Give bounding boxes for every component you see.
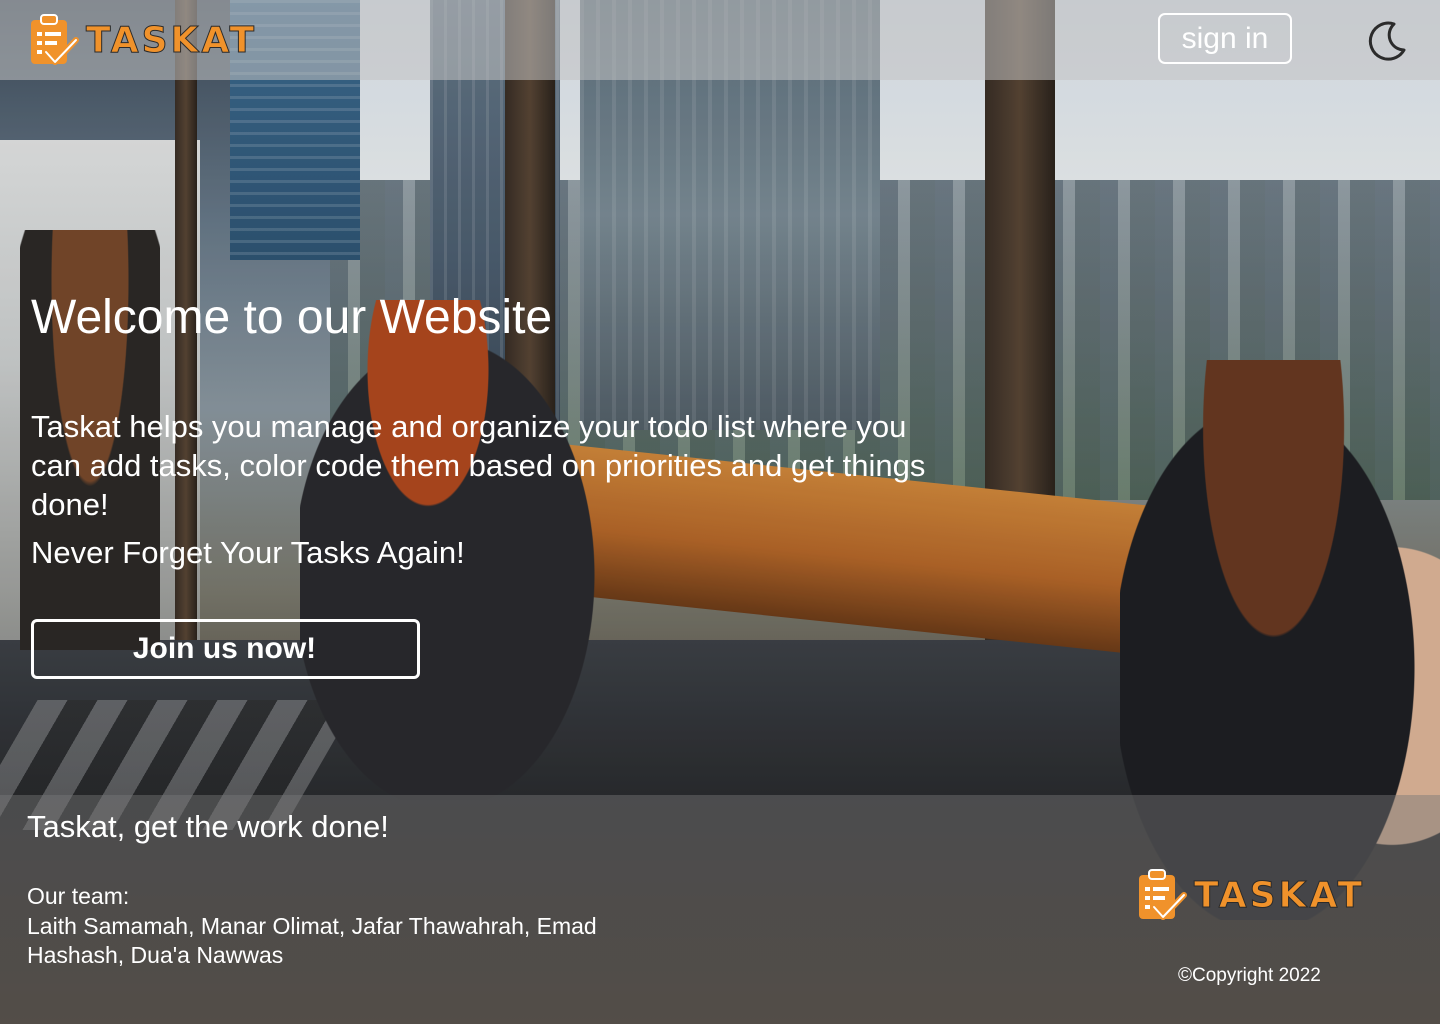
brand-name: TASKAT bbox=[85, 19, 258, 61]
clipboard-check-icon bbox=[1139, 869, 1187, 920]
join-us-button[interactable]: Join us now! bbox=[31, 619, 420, 679]
team-label: Our team: bbox=[27, 883, 130, 909]
hero-tagline: Never Forget Your Tasks Again! bbox=[31, 535, 465, 570]
moon-icon[interactable] bbox=[1364, 18, 1410, 64]
footer-tagline: Taskat, get the work done! bbox=[27, 809, 389, 844]
page-footer: Taskat, get the work done! Our team: Lai… bbox=[0, 795, 1440, 1024]
top-navbar: TASKAT sign in bbox=[0, 0, 1440, 80]
footer-brand-name: TASKAT bbox=[1193, 874, 1366, 916]
clipboard-check-icon bbox=[31, 14, 79, 65]
team-members: Laith Samamah, Manar Olimat, Jafar Thawa… bbox=[27, 913, 597, 968]
hero-description: Taskat helps you manage and organize you… bbox=[31, 409, 926, 522]
sign-in-button[interactable]: sign in bbox=[1158, 13, 1292, 64]
copyright-text: ©Copyright 2022 bbox=[1178, 965, 1321, 986]
brand-logo[interactable]: TASKAT bbox=[28, 12, 257, 68]
page-title: Welcome to our Website bbox=[31, 291, 553, 344]
footer-brand-logo: TASKAT bbox=[1136, 867, 1365, 923]
